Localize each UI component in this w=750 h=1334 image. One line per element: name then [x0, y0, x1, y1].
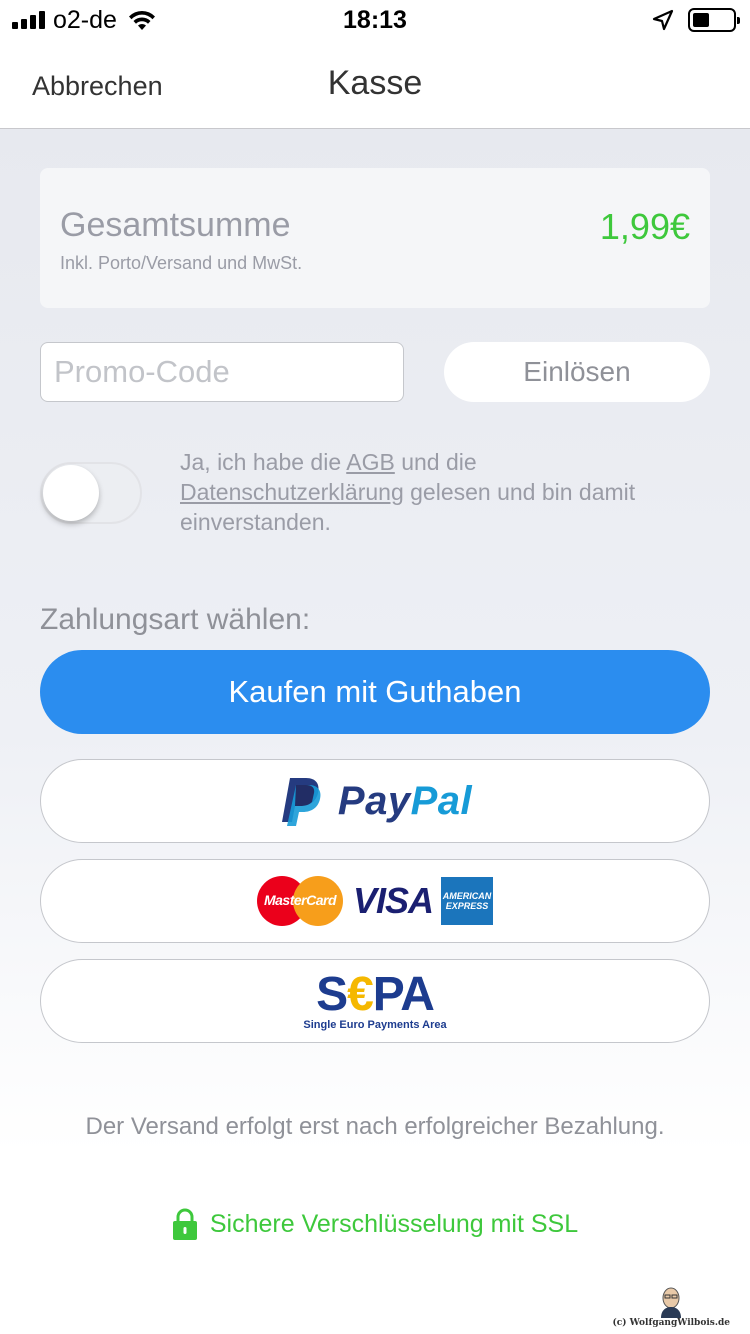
navigation-bar: Abbrechen Kasse — [0, 40, 750, 129]
visa-logo: VISA — [352, 880, 434, 921]
lock-icon — [172, 1208, 197, 1240]
amex-text-line: AMERICAN — [442, 891, 492, 901]
agb-link[interactable]: AGB — [346, 449, 395, 475]
terms-toggle[interactable] — [40, 462, 142, 524]
status-bar-right — [652, 8, 740, 32]
terms-text: Ja, ich habe die AGB und die Datenschutz… — [180, 447, 660, 537]
author-portrait-icon — [661, 1287, 682, 1318]
sepa-wordmark: S€PA — [316, 967, 435, 1021]
amex-logo-icon: AMERICAN EXPRESS — [441, 877, 494, 925]
ssl-text: Sichere Verschlüsselung mit SSL — [209, 1209, 579, 1238]
ssl-notice: Sichere Verschlüsselung mit SSL — [0, 1207, 750, 1241]
redeem-button[interactable]: Einlösen — [444, 342, 710, 402]
amex-text-line: EXPRESS — [445, 901, 489, 911]
paypal-wordmark: PayPal — [338, 779, 472, 824]
checkout-content: Gesamtsumme Inkl. Porto/Versand und MwSt… — [0, 129, 750, 1334]
sepa-button[interactable]: S€PA Single Euro Payments Area — [40, 959, 710, 1043]
terms-text-part: Ja, ich habe die — [180, 449, 347, 475]
total-card: Gesamtsumme Inkl. Porto/Versand und MwSt… — [40, 168, 710, 308]
watermark-text: (c) WolfgangWilbois.de — [612, 1318, 730, 1328]
paypal-pay: Pay — [337, 778, 411, 823]
paypal-logo-icon — [281, 778, 321, 826]
payment-heading: Zahlungsart wählen: — [40, 603, 311, 636]
mastercard-text: MasterCard — [263, 892, 337, 908]
status-bar-time: 18:13 — [343, 6, 407, 34]
mastercard-logo-icon: MasterCard — [256, 876, 343, 926]
page-title: Kasse — [327, 64, 423, 102]
total-amount: 1,99€ — [599, 206, 690, 247]
credit-card-button[interactable]: MasterCard VISA AMERICAN EXPRESS — [40, 859, 710, 943]
toggle-knob — [43, 465, 99, 521]
total-label: Gesamtsumme — [60, 206, 291, 244]
promo-code-input[interactable] — [40, 342, 404, 402]
shipping-note: Der Versand erfolgt erst nach erfolgreic… — [85, 1113, 665, 1140]
terms-text-part: und die — [394, 449, 477, 475]
buy-with-credit-button[interactable]: Kaufen mit Guthaben — [40, 650, 710, 734]
status-bar: o2-de 18:13 — [0, 0, 750, 40]
paypal-button[interactable]: PayPal — [40, 759, 710, 843]
battery-icon — [688, 8, 740, 32]
location-arrow-icon — [652, 9, 674, 31]
watermark: (c) WolfgangWilbois.de — [613, 1286, 730, 1328]
total-sublabel: Inkl. Porto/Versand und MwSt. — [60, 253, 303, 273]
privacy-policy-link[interactable]: Datenschutzerklärung — [180, 479, 404, 505]
sepa-subtitle: Single Euro Payments Area — [303, 1018, 447, 1031]
sepa-logo-icon: S€PA Single Euro Payments Area — [303, 967, 447, 1031]
paypal-pal: Pal — [410, 778, 473, 823]
